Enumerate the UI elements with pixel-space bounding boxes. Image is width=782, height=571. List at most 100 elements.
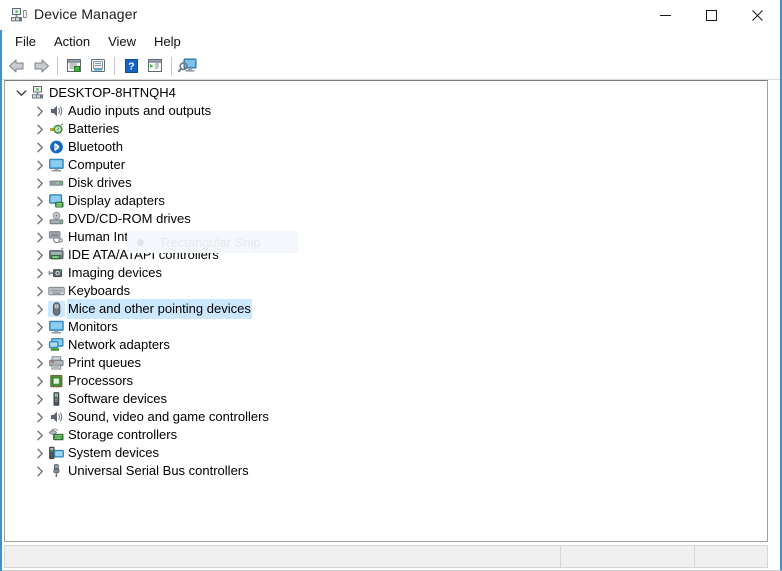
ide-controller-icon: [48, 247, 65, 263]
chevron-right-icon[interactable]: [32, 264, 48, 282]
status-cell-secondary: [561, 546, 695, 567]
tree-node-storage-controllers[interactable]: Storage controllers: [5, 426, 767, 444]
computer-root-icon: [29, 85, 46, 101]
tree-node-software-devices[interactable]: Software devices: [5, 390, 767, 408]
tree-node-label: Batteries: [68, 120, 119, 138]
printer-icon: [48, 355, 65, 371]
tree-node-sound-video-and-game-controllers[interactable]: Sound, video and game controllers: [5, 408, 767, 426]
tree-node-label: DVD/CD-ROM drives: [68, 210, 191, 228]
tree-node-keyboards[interactable]: Keyboards: [5, 282, 767, 300]
tree-node-label: Storage controllers: [68, 426, 177, 444]
chevron-right-icon[interactable]: [32, 372, 48, 390]
processor-icon: [48, 373, 65, 389]
tree-node-ide-ata-atapi-controllers[interactable]: IDE ATA/ATAPI controllers: [5, 246, 767, 264]
chevron-right-icon[interactable]: [32, 300, 48, 318]
tree-node-label: Display adapters: [68, 192, 165, 210]
tree-node-network-adapters[interactable]: Network adapters: [5, 336, 767, 354]
show-hide-console-tree-button[interactable]: [86, 55, 110, 77]
tree-node-monitors[interactable]: Monitors: [5, 318, 767, 336]
chevron-right-icon[interactable]: [32, 246, 48, 264]
monitor-icon: [48, 157, 65, 173]
system-device-icon: [48, 445, 65, 461]
tree-node-processors[interactable]: Processors: [5, 372, 767, 390]
storage-controller-icon: [48, 427, 65, 443]
menu-bar: File Action View Help: [0, 30, 780, 53]
chevron-right-icon[interactable]: [32, 174, 48, 192]
tree-node-label: Human Interface Devices: [68, 228, 214, 246]
scan-for-hardware-changes-button[interactable]: [176, 55, 200, 77]
chevron-right-icon[interactable]: [32, 102, 48, 120]
tree-node-label: System devices: [68, 444, 159, 462]
tree-node-display-adapters[interactable]: Display adapters: [5, 192, 767, 210]
close-button[interactable]: [734, 0, 780, 30]
forward-button[interactable]: [29, 55, 53, 77]
tree-node-computer[interactable]: Computer: [5, 156, 767, 174]
tree-node-label: Software devices: [68, 390, 167, 408]
chevron-down-icon[interactable]: [13, 84, 29, 102]
tree-node-bluetooth[interactable]: Bluetooth: [5, 138, 767, 156]
update-driver-button[interactable]: [143, 55, 167, 77]
tree-node-label: DESKTOP-8HTNQH4: [49, 84, 176, 102]
toolbar-separator-3: [171, 57, 172, 75]
speaker-icon: [48, 103, 65, 119]
menu-view[interactable]: View: [99, 32, 145, 51]
tree-node-label: Monitors: [68, 318, 118, 336]
tree-node-label: Print queues: [68, 354, 141, 372]
tree-node-label: Network adapters: [68, 336, 170, 354]
chevron-right-icon[interactable]: [32, 138, 48, 156]
tree-node-batteries[interactable]: Batteries: [5, 120, 767, 138]
tree-node-disk-drives[interactable]: Disk drives: [5, 174, 767, 192]
menu-action[interactable]: Action: [45, 32, 99, 51]
bluetooth-icon: [48, 139, 65, 155]
chevron-right-icon[interactable]: [32, 336, 48, 354]
status-bar: [4, 545, 768, 568]
keyboard-icon: [48, 283, 65, 299]
chevron-right-icon[interactable]: [32, 462, 48, 480]
help-button[interactable]: ?: [119, 55, 143, 77]
toolbar-separator-1: [57, 57, 58, 75]
chevron-right-icon[interactable]: [32, 120, 48, 138]
tree-node-label: Imaging devices: [68, 264, 162, 282]
chevron-right-icon[interactable]: [32, 426, 48, 444]
properties-button[interactable]: [62, 55, 86, 77]
dvd-drive-icon: [48, 211, 65, 227]
tree-node-label: Computer: [68, 156, 125, 174]
monitor-icon: [48, 319, 65, 335]
tree-node-dvd-cd-rom-drives[interactable]: DVD/CD-ROM drives: [5, 210, 767, 228]
usb-icon: [48, 463, 65, 479]
chevron-right-icon[interactable]: [32, 390, 48, 408]
device-tree-panel[interactable]: DESKTOP-8HTNQH4Audio inputs and outputsB…: [4, 80, 768, 542]
chevron-right-icon[interactable]: [32, 282, 48, 300]
tree-node-universal-serial-bus-controllers[interactable]: Universal Serial Bus controllers: [5, 462, 767, 480]
camera-icon: [48, 265, 65, 281]
chevron-right-icon[interactable]: [32, 354, 48, 372]
toolbar-separator-2: [114, 57, 115, 75]
mouse-icon: [48, 301, 65, 317]
chevron-right-icon[interactable]: [32, 408, 48, 426]
chevron-right-icon[interactable]: [32, 228, 48, 246]
chevron-right-icon[interactable]: [32, 192, 48, 210]
tree-node-system-devices[interactable]: System devices: [5, 444, 767, 462]
software-device-icon: [48, 391, 65, 407]
menu-help[interactable]: Help: [145, 32, 190, 51]
tree-node-human-interface-devices[interactable]: Human Interface Devices: [5, 228, 767, 246]
minimize-button[interactable]: [642, 0, 688, 30]
tree-node-label: Bluetooth: [68, 138, 123, 156]
tree-node-label: Universal Serial Bus controllers: [68, 462, 249, 480]
tree-node-root[interactable]: DESKTOP-8HTNQH4: [5, 84, 767, 102]
tree-node-audio-inputs-and-outputs[interactable]: Audio inputs and outputs: [5, 102, 767, 120]
chevron-right-icon[interactable]: [32, 156, 48, 174]
chevron-right-icon[interactable]: [32, 318, 48, 336]
tree-node-print-queues[interactable]: Print queues: [5, 354, 767, 372]
chevron-right-icon[interactable]: [32, 210, 48, 228]
title-bar: Device Manager: [0, 0, 780, 30]
menu-file[interactable]: File: [6, 32, 45, 51]
tree-node-label: Audio inputs and outputs: [68, 102, 211, 120]
back-button[interactable]: [5, 55, 29, 77]
tree-node-label: Sound, video and game controllers: [68, 408, 269, 426]
chevron-right-icon[interactable]: [32, 444, 48, 462]
tree-node-imaging-devices[interactable]: Imaging devices: [5, 264, 767, 282]
device-manager-icon: [10, 7, 28, 23]
maximize-button[interactable]: [688, 0, 734, 30]
tree-node-mice-and-other-pointing-devices[interactable]: Mice and other pointing devices: [5, 300, 767, 318]
